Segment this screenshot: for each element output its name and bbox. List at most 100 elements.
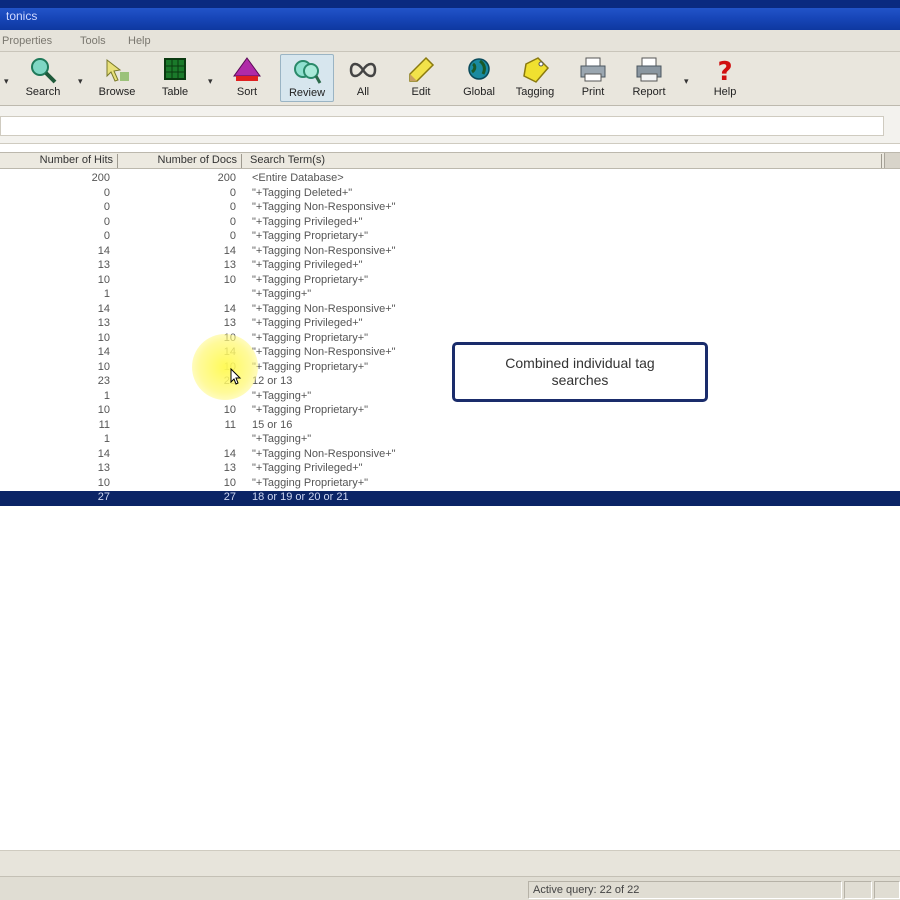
all-button[interactable]: All (336, 54, 390, 102)
table-row[interactable]: 1010"+Tagging Proprietary+" (0, 477, 900, 492)
tagging-button-label: Tagging (515, 86, 555, 98)
browse-icon (106, 58, 129, 82)
sort-button[interactable]: Sort (220, 54, 274, 102)
cell-term: "+Tagging Proprietary+" (252, 476, 369, 489)
cell-docs: 13 (223, 462, 236, 474)
table-row[interactable]: 1010"+Tagging Proprietary+" (0, 274, 900, 289)
printer-icon (580, 57, 606, 82)
help-icon: ? (717, 57, 732, 84)
table-row[interactable]: 1414"+Tagging Non-Responsive+" (0, 448, 900, 463)
table-row[interactable]: 1 "+Tagging+" (0, 390, 900, 405)
table-row[interactable]: 1414"+Tagging Non-Responsive+" (0, 245, 900, 260)
cursor-highlight (192, 334, 258, 400)
cell-term: "+Tagging Deleted+" (252, 186, 353, 199)
pencil-icon (409, 56, 435, 82)
table-row[interactable]: 13 13 "+Tagging Privileged+" (0, 259, 900, 274)
cell-term: 15 or 16 (252, 418, 293, 431)
tagging-button[interactable]: Tagging (508, 54, 562, 102)
svg-text:?: ? (717, 57, 732, 84)
table-row[interactable]: 27 27 18 or 19 or 20 or 21 (0, 491, 900, 506)
table-icon (164, 58, 186, 80)
search-button-label: Search (25, 86, 61, 98)
menu-item-tools[interactable]: Tools (80, 35, 106, 47)
menu-item-help[interactable]: Help (128, 35, 151, 47)
mouse-pointer-icon (230, 368, 242, 385)
table-row[interactable]: 1 "+Tagging+" (0, 288, 900, 303)
cell-hits: 14 (97, 447, 110, 460)
search-history-grid: Number of Hits Number of Docs Search Ter… (0, 144, 900, 850)
table-row[interactable]: 1414"+Tagging Non-Responsive+" (0, 303, 900, 318)
cell-term: "+Tagging Non-Responsive+" (252, 244, 396, 257)
dropdown-arrow-icon[interactable]: ▾ (4, 76, 9, 87)
table-row[interactable]: 232312 or 13 (0, 375, 900, 390)
browse-button[interactable]: Browse (90, 54, 144, 102)
cell-docs: 10 (223, 476, 236, 489)
column-header-term[interactable]: Search Term(s) (242, 154, 882, 168)
report-button[interactable]: Report (622, 54, 676, 102)
callout-line-1: Combined individual tag (505, 355, 655, 371)
cell-hits: 200 (91, 172, 110, 184)
horizontal-scrollbar[interactable] (0, 850, 900, 876)
review-button[interactable]: Review (280, 54, 334, 102)
column-header-hits[interactable]: Number of Hits (0, 154, 118, 168)
dropdown-arrow-icon[interactable]: ▾ (78, 76, 83, 87)
scrollbar[interactable] (884, 153, 900, 168)
table-button-label: Table (161, 86, 189, 98)
cell-term: "+Tagging Privileged+" (252, 259, 363, 271)
report-button-label: Report (632, 86, 666, 98)
cell-docs: 200 (217, 172, 236, 184)
cell-docs: 0 (229, 186, 236, 199)
grid-header: Number of Hits Number of Docs Search Ter… (0, 152, 900, 169)
cell-docs: 0 (229, 215, 236, 228)
query-bar (0, 106, 900, 144)
table-row[interactable]: 0 0 "+Tagging Deleted+" (0, 187, 900, 202)
menu-item-properties[interactable]: Properties (2, 35, 52, 47)
active-query-status: Active query: 22 of 22 (528, 881, 842, 899)
cell-term: "+Tagging+" (252, 433, 312, 445)
search-icon (31, 58, 57, 84)
table-row[interactable]: 13 13 "+Tagging Privileged+" (0, 317, 900, 332)
cell-hits: 10 (97, 273, 110, 286)
cell-hits: 0 (103, 215, 110, 228)
table-row[interactable]: 1414"+Tagging Non-Responsive+" (0, 346, 900, 361)
search-button[interactable]: Search (16, 54, 70, 102)
cell-hits: 11 (98, 418, 110, 431)
table-row[interactable]: 1010"+Tagging Proprietary+" (0, 361, 900, 376)
review-button-label: Review (288, 87, 326, 99)
table-row[interactable]: 1010"+Tagging Proprietary+" (0, 332, 900, 347)
cell-hits: 13 (97, 317, 110, 329)
table-row[interactable]: 0 0 "+Tagging Privileged+" (0, 216, 900, 231)
table-row[interactable]: 11 11 15 or 16 (0, 419, 900, 434)
dropdown-arrow-icon[interactable]: ▾ (208, 76, 213, 87)
grid-rows: 200 200 <Entire Database> 0 0 "+Tagging Delet… (0, 172, 900, 506)
table-row[interactable]: 0 0 "+Tagging Proprietary+" (0, 230, 900, 245)
table-row[interactable]: 1 "+Tagging+" (0, 433, 900, 448)
tag-icon (523, 57, 550, 83)
column-header-docs[interactable]: Number of Docs (118, 154, 242, 168)
cell-docs: 0 (229, 201, 236, 213)
table-row[interactable]: 200 200 <Entire Database> (0, 172, 900, 187)
help-button[interactable]: ? Help (698, 54, 752, 102)
global-button[interactable]: Global (452, 54, 506, 102)
cell-hits: 1 (103, 288, 110, 300)
table-row[interactable]: 1010"+Tagging Proprietary+" (0, 404, 900, 419)
cell-hits: 23 (97, 375, 110, 387)
annotation-callout: Combined individual tag searches (452, 342, 708, 402)
edit-button[interactable]: Edit (394, 54, 448, 102)
dropdown-arrow-icon[interactable]: ▾ (684, 76, 689, 87)
title-bar: tonics (0, 0, 900, 30)
callout-line-2: searches (551, 372, 609, 388)
cell-term: "+Tagging+" (252, 288, 312, 300)
cell-hits: 13 (97, 259, 110, 271)
sort-icon (233, 57, 261, 81)
cell-term: "+Tagging Non-Responsive+" (252, 302, 396, 315)
table-row[interactable]: 13 13 "+Tagging Privileged+" (0, 462, 900, 477)
browse-button-label: Browse (98, 86, 136, 98)
print-button[interactable]: Print (566, 54, 620, 102)
cell-hits: 10 (97, 404, 110, 416)
all-button-label: All (356, 86, 370, 98)
toolbar: ▾ Search ▾ Browse Table ▾ Sort Review Al… (0, 52, 900, 106)
query-input[interactable] (0, 116, 884, 136)
table-button[interactable]: Table (148, 54, 202, 102)
table-row[interactable]: 0 0 "+Tagging Non-Responsive+" (0, 201, 900, 216)
